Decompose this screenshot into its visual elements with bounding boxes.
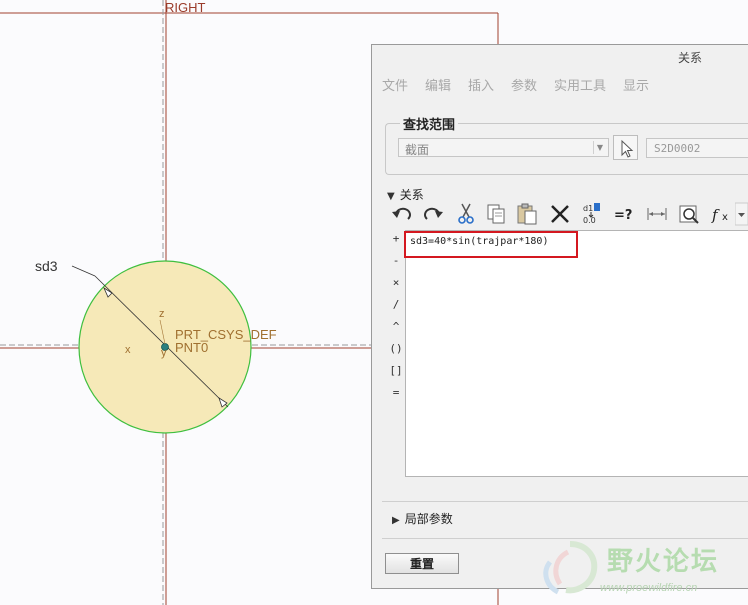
collapse-triangle-icon: ▼ [387, 191, 395, 202]
local-params-label: 局部参数 [404, 512, 453, 526]
relations-section-label: 关系 [399, 188, 424, 202]
cut-icon[interactable] [454, 202, 478, 226]
chevron-down-icon: ▼ [593, 141, 606, 154]
watermark-text: 野火论坛 [607, 547, 720, 577]
menu-display[interactable]: 显示 [623, 75, 649, 94]
reference-field[interactable]: S2D0002 [646, 138, 748, 158]
menu-edit[interactable]: 编辑 [425, 75, 451, 94]
undo-icon[interactable] [390, 202, 414, 226]
axis-y-label: y [161, 347, 167, 359]
operator-multiply[interactable]: × [386, 276, 406, 289]
operator-parentheses[interactable]: () [386, 342, 406, 355]
redo-icon[interactable] [421, 202, 445, 226]
relations-dialog: 关系 文件 编辑 插入 参数 实用工具 显示 查找范围 截面 ▼ S2D0002… [371, 44, 748, 589]
svg-text:f: f [711, 206, 720, 224]
relation-highlight-box [404, 231, 578, 258]
operator-equals[interactable]: = [386, 386, 406, 399]
svg-text:x: x [722, 212, 728, 223]
menu-insert[interactable]: 插入 [468, 75, 494, 94]
copy-icon[interactable] [484, 202, 508, 226]
lookin-combo-value: 截面 [405, 143, 430, 157]
point-label: PNT0 [175, 340, 209, 355]
dimension-label-sd3[interactable]: sd3 [35, 258, 58, 274]
operator-plus[interactable]: + [386, 232, 406, 245]
axis-z-label: z [159, 308, 165, 320]
menu-parameters[interactable]: 参数 [511, 75, 537, 94]
svg-text:d1: d1 [583, 204, 593, 213]
expand-triangle-icon: ▶ [392, 515, 400, 526]
measure-icon[interactable] [645, 202, 669, 226]
function-dropdown-icon[interactable] [735, 202, 748, 226]
reference-field-value: S2D0002 [654, 142, 701, 155]
watermark-logo [543, 541, 598, 595]
dialog-titlebar[interactable]: 关系 [372, 45, 748, 67]
local-params-toggle[interactable]: ▶ 局部参数 [392, 510, 453, 527]
function-icon[interactable]: fx [710, 202, 734, 226]
paste-icon[interactable] [515, 202, 539, 226]
operator-divide[interactable]: / [386, 298, 406, 311]
lookin-title: 查找范围 [400, 114, 459, 133]
operator-brackets[interactable]: [] [386, 364, 406, 377]
watermark-url: www.proewildfire.cn [600, 582, 698, 594]
operator-minus[interactable]: - [386, 254, 406, 267]
lookin-combo[interactable]: 截面 ▼ [398, 138, 609, 157]
right-datum-label: RIGHT [165, 0, 206, 15]
dialog-title: 关系 [678, 51, 703, 65]
delete-icon[interactable] [548, 202, 572, 226]
relations-toolbar: d1 0.0 =? fx [390, 202, 748, 228]
svg-text:=?: =? [614, 208, 632, 223]
evaluate-icon[interactable]: =? [612, 202, 636, 226]
menu-utilities[interactable]: 实用工具 [554, 75, 606, 94]
divider [382, 501, 748, 502]
verify-icon[interactable] [677, 202, 701, 226]
reset-button[interactable]: 重置 [385, 553, 459, 574]
cursor-arrow-icon [621, 139, 634, 158]
menu-bar: 文件 编辑 插入 参数 实用工具 显示 [372, 71, 748, 94]
menu-file[interactable]: 文件 [382, 75, 408, 94]
select-pointer-button[interactable] [613, 135, 638, 160]
svg-text:0.0: 0.0 [583, 216, 596, 225]
switch-dims-icon[interactable]: d1 0.0 [580, 202, 604, 226]
axis-x-label: x [125, 344, 131, 356]
relations-editor[interactable]: sd3=40*sin(trajpar*180) [405, 230, 748, 477]
operator-power[interactable]: ^ [386, 320, 406, 333]
relations-section-toggle[interactable]: ▼ 关系 [387, 186, 424, 203]
